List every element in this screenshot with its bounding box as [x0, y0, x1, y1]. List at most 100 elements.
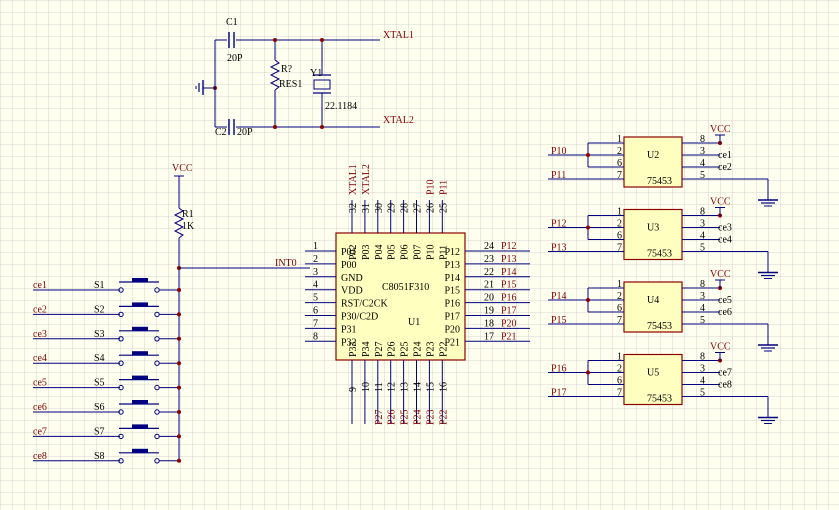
mcu-pin-name: VDD: [341, 286, 363, 297]
mcu-pin-name: P15: [444, 286, 460, 297]
mcu-net-label: P17: [501, 306, 517, 317]
mcu-pin-number: 17: [484, 331, 494, 342]
mcu-pin-name: P07: [413, 244, 424, 260]
switch-net-label: ce1: [33, 280, 47, 291]
mcu-pin-name: RST/C2CK: [341, 299, 388, 310]
driver-ref-label: U3: [647, 223, 659, 234]
mcu-net-label: XTAL2: [361, 164, 372, 195]
switch-button: [132, 278, 148, 282]
driver-part-label: 75453: [647, 249, 672, 260]
driver-pin-number: 6: [617, 303, 622, 314]
junction-dot: [177, 312, 181, 317]
vcc-label: VCC: [172, 163, 193, 174]
switch-net-label: ce5: [33, 378, 47, 389]
driver-pin-number: 2: [617, 146, 622, 157]
mcu-net-label: P21: [501, 331, 517, 342]
mcu-pin-number: 7: [313, 318, 318, 329]
switch-ref-label: S2: [94, 304, 105, 315]
switch-ref-label: S6: [94, 402, 105, 413]
mcu-pin-number: 26: [425, 203, 436, 213]
switch-button: [132, 400, 148, 404]
mcu-pin-name: P22: [438, 341, 449, 357]
driver-vcc-label: VCC: [710, 197, 731, 208]
driver-output-net-label: ce6: [718, 307, 732, 318]
driver-input-net-label: P15: [551, 315, 567, 326]
c2-value-label: 20P: [237, 127, 253, 138]
driver-input-net-label: P14: [551, 291, 567, 302]
mcu-pin-number: 15: [425, 382, 436, 392]
int0-net-label: INT0: [275, 258, 297, 269]
mcu-pin-number: 23: [484, 254, 494, 265]
driver-pin-number: 5: [700, 388, 705, 399]
mcu-pin-name: P03: [361, 244, 372, 260]
mcu-part-label: C8051F310: [382, 282, 429, 293]
mcu-pin-name: P14: [444, 273, 460, 284]
junction-dot: [177, 288, 181, 292]
switch-net-label: ce2: [33, 304, 47, 315]
driver-part-label: 75453: [647, 176, 672, 187]
switch-net-label: ce6: [33, 402, 47, 413]
mcu-pin-name: P31: [341, 324, 357, 335]
junction-dot: [586, 225, 590, 230]
mcu-net-label: XTAL1: [348, 164, 359, 195]
switch-button: [132, 448, 148, 453]
mcu-pin-name: P27: [374, 341, 385, 357]
mcu-pin-number: 25: [438, 203, 449, 213]
switch-net-label: ce7: [33, 426, 47, 437]
driver-output-net-label: ce7: [718, 368, 732, 379]
junction-dot: [273, 125, 277, 129]
driver-vcc-label: VCC: [710, 342, 731, 353]
driver-pin-number: 7: [617, 170, 622, 181]
mcu-pin-name: P25: [400, 341, 411, 357]
mcu-pin-number: 11: [374, 382, 385, 392]
driver-pin-number: 7: [617, 315, 622, 326]
driver-pin-number: 8: [700, 134, 705, 145]
driver-input-net-label: P10: [551, 146, 567, 157]
mcu-pin-name: P20: [444, 324, 460, 335]
mcu-pin-name: P16: [444, 299, 460, 310]
driver-part-label: 75453: [647, 394, 672, 405]
mcu-net-label: P22: [438, 409, 449, 425]
mcu-pin-name: P13: [444, 260, 460, 271]
mcu-net-label: P16: [501, 293, 517, 304]
mcu-pin-name: P34: [361, 341, 372, 357]
driver-input-net-label: P16: [551, 364, 567, 375]
junction-dot: [177, 336, 181, 341]
mcu-pin-number: 22: [484, 267, 494, 278]
switch-button: [132, 326, 148, 331]
driver-pin-number: 8: [700, 352, 705, 363]
driver-pin-number: 3: [700, 364, 705, 375]
switch-net-label: ce3: [33, 329, 47, 340]
mcu-pin-name: P02: [348, 244, 359, 260]
mcu-pin-number: 3: [313, 267, 318, 278]
driver-pin-number: 6: [617, 376, 622, 387]
mcu-pin-name: P00: [341, 260, 357, 271]
xtal2-net-label: XTAL2: [383, 115, 414, 126]
switch-button: [132, 302, 148, 307]
driver-pin-number: 4: [700, 158, 705, 169]
driver-input-net-label: P11: [551, 170, 566, 181]
mcu-pin-number: 30: [374, 203, 385, 213]
driver-output-net-label: ce1: [718, 150, 732, 161]
switch-ref-label: S4: [94, 353, 105, 364]
c1-ref-label: C1: [226, 17, 238, 28]
mcu-net-label: P15: [501, 280, 517, 291]
mcu-net-label: P25: [400, 409, 411, 425]
junction-dot: [177, 361, 181, 366]
mcu-net-label: P12: [501, 241, 517, 252]
switch-net-label: ce4: [33, 353, 47, 364]
junction-dot: [273, 38, 277, 42]
junction-dot: [586, 153, 590, 157]
schematic-sheet: C120PC2 20PR?RES1Y122.1184XTAL1XTAL2VCCR1…: [0, 0, 839, 510]
switch-ref-label: S7: [94, 426, 105, 437]
driver-pin-number: 1: [617, 207, 622, 218]
driver-pin-number: 4: [700, 231, 705, 242]
mcu-pin-name: P10: [425, 244, 436, 260]
c2-ref-label: C2: [215, 127, 227, 138]
driver-input-net-label: P17: [551, 388, 567, 399]
junction-dot: [320, 125, 324, 129]
junction-dot: [320, 38, 324, 42]
driver-pin-number: 5: [700, 243, 705, 254]
switch-ref-label: S8: [94, 451, 105, 462]
driver-pin-number: 2: [617, 219, 622, 230]
